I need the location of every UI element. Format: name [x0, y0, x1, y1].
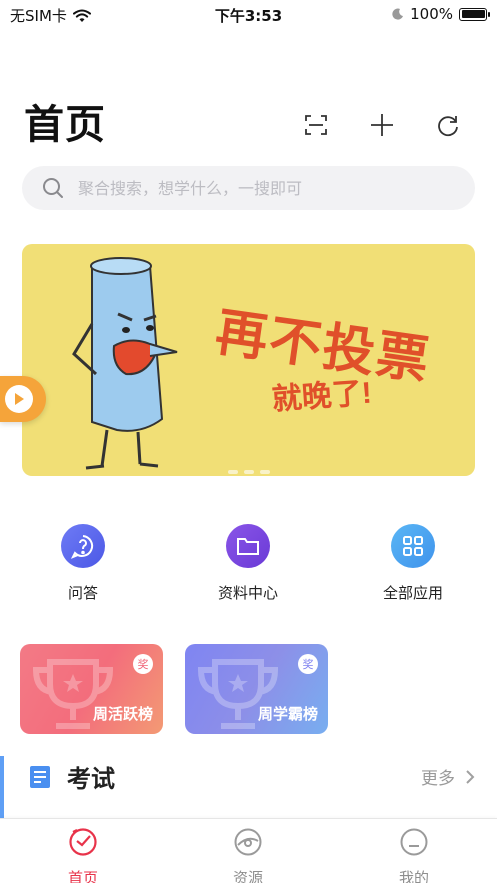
plus-icon [371, 114, 393, 136]
app-qa[interactable]: 问答 [23, 524, 143, 603]
section-accent-bar [0, 756, 4, 818]
award-badge: 奖 [133, 654, 153, 674]
rank-label: 周活跃榜 [92, 705, 153, 723]
tab-label: 资源 [232, 869, 263, 883]
add-button[interactable] [369, 112, 395, 138]
banner-dot[interactable] [227, 470, 238, 474]
search-icon [43, 178, 63, 198]
weekly-active-rank-card[interactable]: 奖 周活跃榜 [20, 644, 163, 734]
question-icon [61, 524, 105, 568]
quick-apps: 问答 资料中心 全部应用 [0, 524, 497, 614]
app-label: 全部应用 [382, 584, 443, 602]
folder-icon [226, 524, 270, 568]
tab-profile[interactable]: 我的 [364, 827, 464, 883]
app-label: 问答 [67, 584, 98, 602]
weekly-scholar-rank-card[interactable]: 奖 周学霸榜 [185, 644, 328, 734]
battery-icon [459, 7, 490, 21]
bottom-tab-bar: 首页 资源 我的 [0, 818, 497, 883]
banner-illustration: 再不投票 就晚了! [72, 257, 434, 470]
status-bar: 无SIM卡 下午3:53 100% [0, 0, 497, 28]
promo-banner[interactable]: 再不投票 就晚了! [22, 244, 475, 476]
page-title: 首页 [24, 102, 106, 148]
header-actions [303, 112, 461, 138]
app-resources[interactable]: 资料中心 [188, 524, 308, 603]
exam-more-link[interactable]: 更多 [421, 764, 475, 789]
tab-label: 我的 [398, 869, 429, 883]
play-icon [15, 393, 24, 405]
more-label: 更多 [421, 769, 455, 789]
refresh-icon [438, 116, 458, 137]
refresh-button[interactable] [435, 112, 461, 138]
exam-section-title: 考试 [67, 765, 115, 793]
profile-icon [400, 828, 428, 856]
banner-headline: 再不投票 [212, 303, 434, 390]
search-input[interactable] [78, 178, 438, 198]
grid-icon [391, 524, 435, 568]
tab-resources[interactable]: 资源 [198, 827, 298, 883]
scan-button[interactable] [303, 112, 329, 138]
award-badge: 奖 [298, 654, 318, 674]
tab-home[interactable]: 首页 [33, 827, 133, 883]
play-icon-wrap [5, 385, 33, 413]
search-bar[interactable] [22, 166, 475, 210]
chevron-right-icon [466, 769, 475, 784]
rank-label: 周学霸榜 [257, 705, 318, 723]
exam-icon [30, 766, 50, 788]
battery-percent: 100% [410, 5, 453, 23]
tab-label: 首页 [67, 869, 98, 883]
banner-dot[interactable] [243, 470, 254, 474]
cartoon-character [72, 257, 178, 470]
status-right: 100% [392, 5, 490, 23]
banner-pagination [22, 470, 475, 474]
banner-dot[interactable] [259, 470, 270, 474]
resources-icon [234, 828, 262, 856]
floating-play-button[interactable] [0, 376, 46, 422]
home-clock-icon [69, 828, 97, 856]
app-label: 资料中心 [217, 584, 278, 602]
moon-icon [392, 8, 404, 20]
app-all[interactable]: 全部应用 [353, 524, 473, 603]
banner-subline: 就晚了! [271, 377, 373, 417]
scan-icon [305, 115, 327, 135]
